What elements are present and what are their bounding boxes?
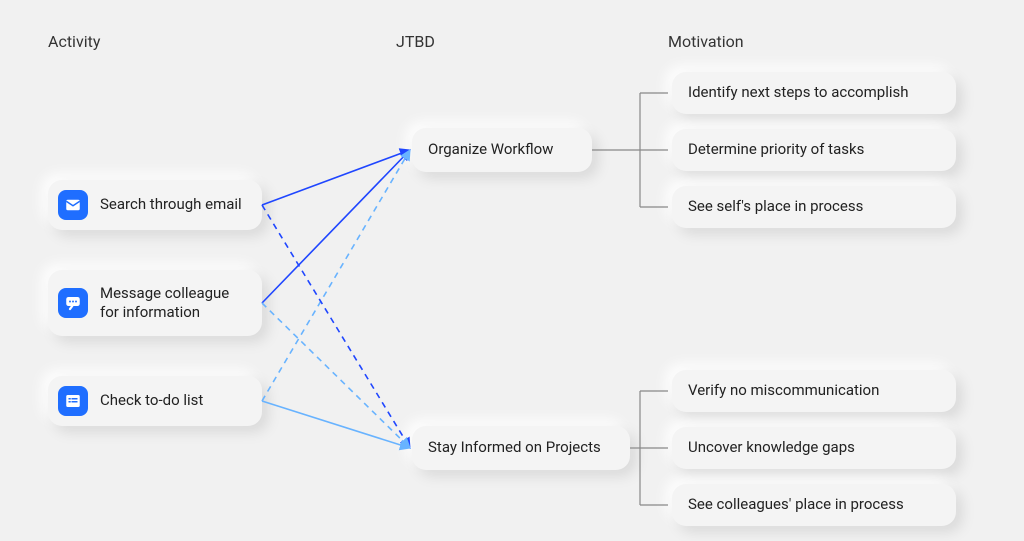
motivation-node: Verify no miscommunication xyxy=(672,370,956,412)
motivation-label: Verify no miscommunication xyxy=(688,381,879,401)
motivation-node: See colleagues' place in process xyxy=(672,484,956,526)
jtbd-label: Stay Informed on Projects xyxy=(428,438,601,458)
diagram-canvas: Activity JTBD Motivation Search through … xyxy=(0,0,1024,541)
column-header-activity: Activity xyxy=(48,32,100,51)
activity-label: Check to-do list xyxy=(100,391,203,411)
jtbd-node-organize-workflow: Organize Workflow xyxy=(412,128,592,172)
motivation-label: Identify next steps to accomplish xyxy=(688,83,909,103)
activity-node-search-email: Search through email xyxy=(48,180,262,230)
activity-label: Search through email xyxy=(100,195,242,215)
list-icon xyxy=(58,386,88,416)
activity-node-message-colleague: Message colleague for information xyxy=(48,270,262,336)
motivation-node: Identify next steps to accomplish xyxy=(672,72,956,114)
column-header-jtbd: JTBD xyxy=(396,32,435,51)
activity-node-check-todo: Check to-do list xyxy=(48,376,262,426)
chat-icon xyxy=(58,288,88,318)
activity-label: Message colleague for information xyxy=(100,284,246,323)
jtbd-label: Organize Workflow xyxy=(428,140,553,160)
mail-icon xyxy=(58,190,88,220)
motivation-label: See self's place in process xyxy=(688,197,863,217)
jtbd-node-stay-informed: Stay Informed on Projects xyxy=(412,426,630,470)
motivation-label: Determine priority of tasks xyxy=(688,140,864,160)
motivation-label: Uncover knowledge gaps xyxy=(688,438,855,458)
motivation-label: See colleagues' place in process xyxy=(688,495,904,515)
column-header-motivation: Motivation xyxy=(668,32,744,51)
motivation-node: Uncover knowledge gaps xyxy=(672,427,956,469)
motivation-node: Determine priority of tasks xyxy=(672,129,956,171)
motivation-node: See self's place in process xyxy=(672,186,956,228)
